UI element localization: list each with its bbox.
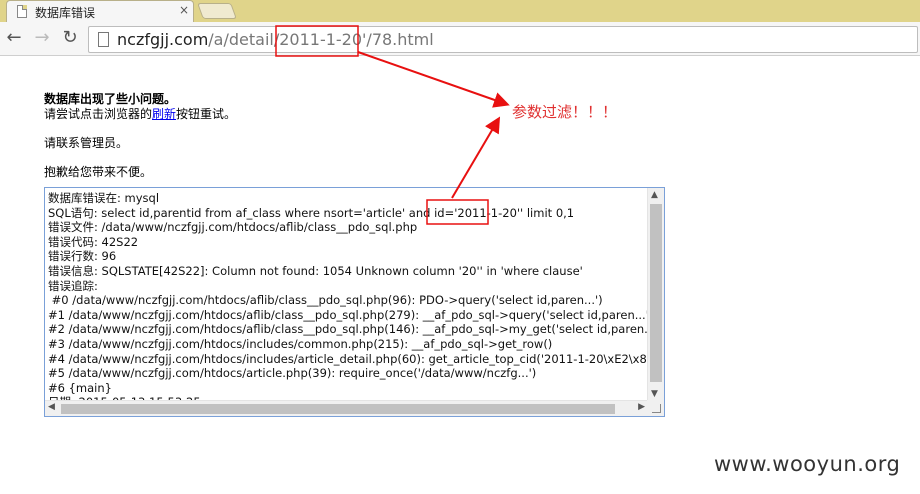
new-tab-button[interactable] (197, 3, 237, 19)
browser-tab[interactable]: 数据库错误 × (6, 0, 194, 22)
url-text[interactable]: nczfgjj.com/a/detail/2011-1-20'/78.html (117, 30, 434, 49)
error-details-textarea[interactable]: 数据库错误在: mysql SQL语句: select id,parentid … (44, 187, 665, 417)
tab-strip: 数据库错误 × (0, 0, 920, 22)
contact-admin-line: 请联系管理员。 (44, 136, 129, 150)
annotation-label: 参数过滤！！！ (512, 103, 618, 121)
error-message: 数据库出现了些小问题。 请尝试点击浏览器的刷新按钮重试。 请联系管理员。 抱歉给… (44, 92, 236, 180)
scroll-up-icon[interactable]: ▲ (651, 190, 658, 200)
tab-title: 数据库错误 (35, 6, 96, 20)
url-host: nczfgjj.com (117, 30, 209, 49)
page-icon (98, 32, 109, 47)
retry-suffix: 按钮重试。 (176, 107, 237, 121)
retry-prefix: 请尝试点击浏览器的 (44, 107, 153, 121)
retry-line: 请尝试点击浏览器的刷新按钮重试。 (44, 107, 236, 122)
back-arrow-icon[interactable]: ← (4, 28, 24, 48)
error-details-text: 数据库错误在: mysql SQL语句: select id,parentid … (48, 191, 648, 403)
error-heading: 数据库出现了些小问题。 (44, 92, 177, 106)
reload-icon[interactable]: ↻ (60, 28, 80, 48)
apology-line: 抱歉给您带来不便。 (44, 165, 153, 179)
scroll-left-icon[interactable]: ◀ (48, 402, 55, 412)
vertical-scrollbar[interactable]: ▲ ▼ (647, 188, 664, 401)
horizontal-scrollbar[interactable]: ◀ ▶ (45, 400, 648, 416)
forward-arrow-icon[interactable]: → (32, 28, 52, 48)
watermark: www.wooyun.org (714, 452, 901, 476)
address-bar[interactable]: nczfgjj.com/a/detail/2011-1-20'/78.html (88, 26, 918, 53)
scroll-right-icon[interactable]: ▶ (638, 402, 645, 412)
resize-grip-icon[interactable] (647, 400, 664, 416)
refresh-link[interactable]: 刷新 (152, 107, 176, 121)
page-favicon-icon (17, 5, 27, 18)
horizontal-scroll-thumb[interactable] (61, 404, 615, 414)
scroll-down-icon[interactable]: ▼ (651, 389, 658, 399)
url-path: /a/detail/2011-1-20'/78.html (208, 30, 434, 49)
browser-toolbar: ← → ↻ nczfgjj.com/a/detail/2011-1-20'/78… (0, 22, 920, 56)
tab-close-icon[interactable]: × (179, 3, 189, 17)
vertical-scroll-thumb[interactable] (650, 204, 662, 382)
